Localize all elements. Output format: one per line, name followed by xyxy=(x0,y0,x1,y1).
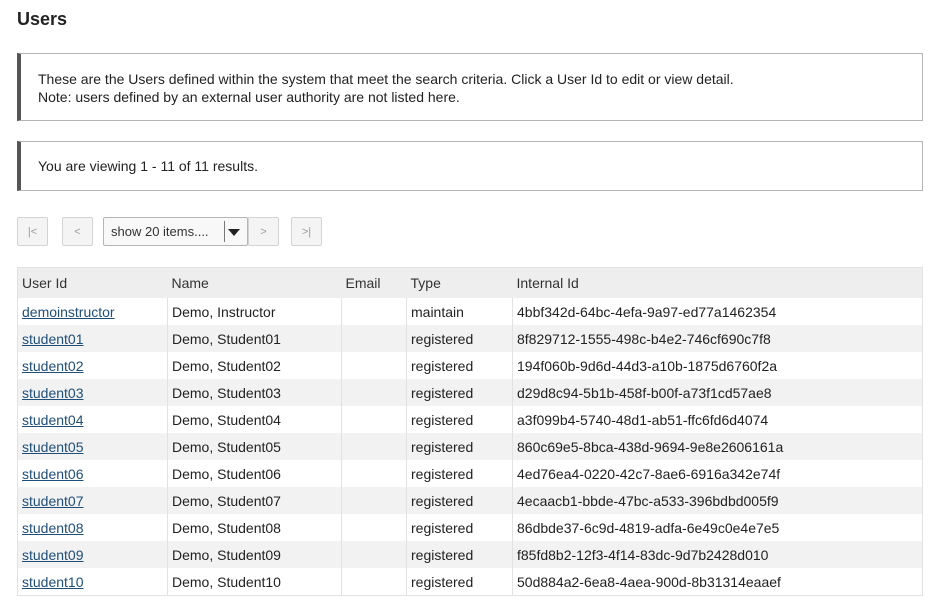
cell-user-id: demoinstructor xyxy=(17,298,168,325)
page-size-select[interactable]: show 20 items.... xyxy=(103,217,248,246)
cell-name: Demo, Student05 xyxy=(167,433,342,460)
cell-user-id: student05 xyxy=(17,433,168,460)
page-size-selected-label: show 20 items.... xyxy=(111,224,209,239)
cell-email xyxy=(341,433,407,460)
select-divider xyxy=(224,221,225,242)
user-id-link[interactable]: student03 xyxy=(22,385,84,401)
user-id-link[interactable]: student10 xyxy=(22,574,84,590)
page-title: Users xyxy=(17,9,68,29)
cell-email xyxy=(341,406,407,433)
cell-name: Demo, Student09 xyxy=(167,541,342,568)
cell-internal-id: f85fd8b2-12f3-4f14-83dc-9d7b2428d010 xyxy=(512,541,923,568)
cell-type: registered xyxy=(406,406,513,433)
cell-name: Demo, Instructor xyxy=(167,298,342,325)
table-row: student09 Demo, Student09 registered f85fd8… xyxy=(17,541,923,568)
cell-email xyxy=(341,541,407,568)
cell-type: registered xyxy=(406,568,513,596)
cell-name: Demo, Student04 xyxy=(167,406,342,433)
cell-type: registered xyxy=(406,379,513,406)
cell-type: registered xyxy=(406,487,513,514)
cell-type: registered xyxy=(406,325,513,352)
table-row: student03 Demo, Student03 registered d29d8c… xyxy=(17,379,923,406)
user-id-link[interactable]: student01 xyxy=(22,331,84,347)
cell-user-id: student07 xyxy=(17,487,168,514)
cell-internal-id: 4ecaacb1-bbde-47bc-a533-396bdbd005f9 xyxy=(512,487,923,514)
cell-user-id: student03 xyxy=(17,379,168,406)
instructions-box: These are the Users defined within the s… xyxy=(17,53,923,121)
cell-type: registered xyxy=(406,460,513,487)
cell-name: Demo, Student07 xyxy=(167,487,342,514)
cell-email xyxy=(341,325,407,352)
cell-internal-id: a3f099b4-5740-48d1-ab51-ffc6fd6d4074 xyxy=(512,406,923,433)
cell-user-id: student10 xyxy=(17,568,168,596)
cell-type: registered xyxy=(406,433,513,460)
last-page-button[interactable]: >| xyxy=(291,217,322,246)
table-header-row: User Id Name Email Type Internal Id xyxy=(17,267,923,298)
user-id-link[interactable]: student06 xyxy=(22,466,84,482)
cell-internal-id: 86dbde37-6c9d-4819-adfa-6e49c0e4e7e5 xyxy=(512,514,923,541)
cell-user-id: student02 xyxy=(17,352,168,379)
cell-internal-id: 50d884a2-6ea8-4aea-900d-8b31314eaaef xyxy=(512,568,923,596)
previous-page-button[interactable]: < xyxy=(62,217,93,246)
results-summary: You are viewing 1 - 11 of 11 results. xyxy=(17,141,923,191)
cell-name: Demo, Student08 xyxy=(167,514,342,541)
cell-type: maintain xyxy=(406,298,513,325)
next-page-button[interactable]: > xyxy=(248,217,279,246)
cell-user-id: student06 xyxy=(17,460,168,487)
cell-type: registered xyxy=(406,541,513,568)
cell-email xyxy=(341,460,407,487)
users-table: User Id Name Email Type Internal Id demo… xyxy=(17,267,923,596)
cell-email xyxy=(341,298,407,325)
cell-internal-id: 8f829712-1555-498c-b4e2-746cf690c7f8 xyxy=(512,325,923,352)
cell-name: Demo, Student10 xyxy=(167,568,342,596)
cell-name: Demo, Student01 xyxy=(167,325,342,352)
user-id-link[interactable]: student02 xyxy=(22,358,84,374)
table-row: student10 Demo, Student10 registered 50d884… xyxy=(17,568,923,596)
table-row: student07 Demo, Student07 registered 4ecaac… xyxy=(17,487,923,514)
table-row: demoinstructor Demo, Instructor maintain 4b… xyxy=(17,298,923,325)
table-row: student05 Demo, Student05 registered 860c69… xyxy=(17,433,923,460)
column-header-name[interactable]: Name xyxy=(167,267,342,298)
cell-internal-id: d29d8c94-5b1b-458f-b00f-a73f1cd57ae8 xyxy=(512,379,923,406)
table-row: student02 Demo, Student02 registered 194f06… xyxy=(17,352,923,379)
cell-name: Demo, Student06 xyxy=(167,460,342,487)
cell-user-id: student08 xyxy=(17,514,168,541)
column-header-user-id[interactable]: User Id xyxy=(17,267,168,298)
chevron-down-icon xyxy=(228,229,240,236)
cell-name: Demo, Student03 xyxy=(167,379,342,406)
user-id-link[interactable]: student05 xyxy=(22,439,84,455)
cell-email xyxy=(341,514,407,541)
cell-email xyxy=(341,487,407,514)
results-summary-text: You are viewing 1 - 11 of 11 results. xyxy=(38,158,258,174)
column-header-email[interactable]: Email xyxy=(341,267,407,298)
user-id-link[interactable]: student04 xyxy=(22,412,84,428)
cell-type: registered xyxy=(406,514,513,541)
instructions-line-1: These are the Users defined within the s… xyxy=(38,71,734,87)
user-id-link[interactable]: student09 xyxy=(22,547,84,563)
table-row: student04 Demo, Student04 registered a3f099… xyxy=(17,406,923,433)
user-id-link[interactable]: demoinstructor xyxy=(22,304,115,320)
table-row: student01 Demo, Student01 registered 8f8297… xyxy=(17,325,923,352)
cell-email xyxy=(341,352,407,379)
cell-internal-id: 860c69e5-8bca-438d-9694-9e8e2606161a xyxy=(512,433,923,460)
cell-name: Demo, Student02 xyxy=(167,352,342,379)
cell-user-id: student04 xyxy=(17,406,168,433)
cell-type: registered xyxy=(406,352,513,379)
column-header-internal-id[interactable]: Internal Id xyxy=(512,267,923,298)
user-id-link[interactable]: student08 xyxy=(22,520,84,536)
cell-internal-id: 4bbf342d-64bc-4efa-9a97-ed77a1462354 xyxy=(512,298,923,325)
cell-email xyxy=(341,379,407,406)
cell-user-id: student09 xyxy=(17,541,168,568)
cell-email xyxy=(341,568,407,596)
first-page-button[interactable]: |< xyxy=(17,217,48,246)
cell-internal-id: 194f060b-9d6d-44d3-a10b-1875d6760f2a xyxy=(512,352,923,379)
cell-internal-id: 4ed76ea4-0220-42c7-8ae6-6916a342e74f xyxy=(512,460,923,487)
cell-user-id: student01 xyxy=(17,325,168,352)
user-id-link[interactable]: student07 xyxy=(22,493,84,509)
instructions-line-2: Note: users defined by an external user … xyxy=(38,89,460,105)
table-row: student08 Demo, Student08 registered 86dbde… xyxy=(17,514,923,541)
table-row: student06 Demo, Student06 registered 4ed76e… xyxy=(17,460,923,487)
column-header-type[interactable]: Type xyxy=(406,267,513,298)
